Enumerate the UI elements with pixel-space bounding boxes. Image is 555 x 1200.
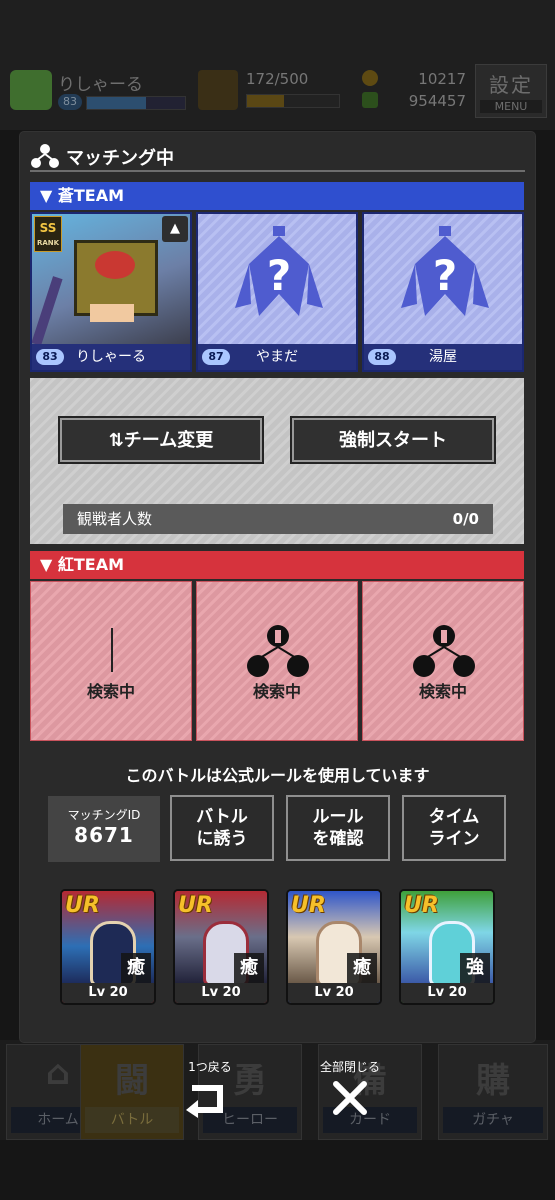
rarity-label: UR <box>178 893 213 918</box>
red-team-header: ▼ 紅TEAM <box>30 551 524 579</box>
player-level-badge: 83 <box>58 94 82 110</box>
coin-icon <box>362 70 378 86</box>
unknown-hero-icon: ? <box>235 226 323 316</box>
stamina-bar <box>246 94 340 108</box>
card-type: 癒 <box>234 953 264 983</box>
blue-team-slot-3[interactable]: ? 湯屋 88 <box>362 212 524 372</box>
member-level: 87 <box>202 349 230 365</box>
close-all-label: 全部閉じる <box>319 1060 380 1074</box>
player-name: りしゃーる <box>58 75 143 95</box>
timeline-label-2: ライン <box>428 829 480 849</box>
card-type: 強 <box>460 953 490 983</box>
back-label: 1つ戻る <box>188 1060 232 1074</box>
deck-card-3[interactable]: UR 癒 Lv 20 <box>286 889 382 1005</box>
timeline-label-1: タイム <box>428 807 480 827</box>
gem-icon <box>362 92 378 108</box>
nav-tab-label: ガチャ <box>443 1107 543 1133</box>
card-type: 癒 <box>121 953 151 983</box>
card-type: 癒 <box>347 953 377 983</box>
searching-text: 検索中 <box>252 682 301 701</box>
gem-count: 954457 <box>408 92 466 110</box>
gamepad-icon: 闘 <box>115 1061 149 1101</box>
red-team-slot-3[interactable]: 検索中 <box>362 581 524 741</box>
boot-icon: ▲ <box>162 216 188 242</box>
card-level: Lv 20 <box>62 983 154 1003</box>
invite-label-1: バトル <box>196 807 248 827</box>
back-arrow-icon[interactable] <box>184 1078 228 1118</box>
unknown-hero-icon: ? <box>401 226 489 316</box>
title-divider <box>30 170 525 172</box>
rarity-label: UR <box>404 893 439 918</box>
rule-notice: このバトルは公式ルールを使用しています <box>125 766 430 785</box>
dialog-title: マッチング中 <box>66 148 174 169</box>
svg-text:?: ? <box>267 251 291 300</box>
member-level: 83 <box>36 349 64 365</box>
matching-id-box: マッチングID 8671 <box>48 796 160 862</box>
matching-id-label: マッチングID <box>67 808 141 822</box>
deck-card-4[interactable]: UR 強 Lv 20 <box>399 889 495 1005</box>
rarity-label: UR <box>65 893 100 918</box>
rule-label-2: を確認 <box>312 829 364 849</box>
nav-tab-battle[interactable]: 闘 バトル <box>80 1044 184 1140</box>
blue-team-slot-2[interactable]: ? やまだ 87 <box>196 212 358 372</box>
player-avatar <box>10 70 52 110</box>
force-start-button[interactable]: 強制スタート <box>292 418 494 462</box>
team-change-button[interactable]: ⇅チーム変更 <box>60 418 262 462</box>
invite-button[interactable]: バトル に誘う <box>170 795 274 861</box>
spectator-label: 観戦者人数 <box>77 510 153 528</box>
member-level: 88 <box>368 349 396 365</box>
red-team-slot-2[interactable]: 検索中 <box>196 581 358 741</box>
rarity-label: UR <box>291 893 326 918</box>
card-level: Lv 20 <box>401 983 493 1003</box>
nav-tab-label: バトル <box>85 1107 179 1133</box>
blue-team-slot-1[interactable]: SS RANK ▲ りしゃーる 83 <box>30 212 192 372</box>
rank-badge: SS RANK <box>34 216 62 252</box>
spectator-count: 観戦者人数 0/0 <box>63 504 493 534</box>
searching-text: 検索中 <box>86 682 135 701</box>
searching-text: 検索中 <box>418 682 467 701</box>
close-icon[interactable] <box>330 1078 370 1118</box>
spectator-value: 0/0 <box>452 510 479 528</box>
status-bar: りしゃーる 83 172/500 10217 954457 設定 MENU <box>0 0 555 130</box>
deck-card-1[interactable]: UR 癒 Lv 20 <box>60 889 156 1005</box>
matching-icon <box>31 144 59 168</box>
timeline-button[interactable]: タイム ライン <box>402 795 506 861</box>
menu-sub-label: MENU <box>480 100 542 113</box>
card-level: Lv 20 <box>175 983 267 1003</box>
svg-text:?: ? <box>433 251 457 300</box>
buy-icon: 購 <box>476 1061 510 1101</box>
card-level: Lv 20 <box>288 983 380 1003</box>
control-area: ⇅チーム変更 強制スタート 観戦者人数 0/0 <box>30 378 524 544</box>
exp-bar <box>86 96 186 110</box>
deck-card-2[interactable]: UR 癒 Lv 20 <box>173 889 269 1005</box>
stamina-text: 172/500 <box>246 70 309 88</box>
check-rule-button[interactable]: ルール を確認 <box>286 795 390 861</box>
matching-id-value: 8671 <box>74 823 134 847</box>
coin-count: 10217 <box>418 70 466 88</box>
rank-icon <box>198 70 238 110</box>
invite-label-2: に誘う <box>196 829 248 849</box>
menu-label: 設定 <box>489 73 533 97</box>
menu-button[interactable]: 設定 MENU <box>475 64 547 118</box>
rule-label-1: ルール <box>312 807 364 827</box>
red-team-slot-1[interactable]: 検索中 <box>30 581 192 741</box>
nav-tab-gacha[interactable]: 購 ガチャ <box>438 1044 548 1140</box>
blue-team-header: ▼ 蒼TEAM <box>30 182 524 210</box>
